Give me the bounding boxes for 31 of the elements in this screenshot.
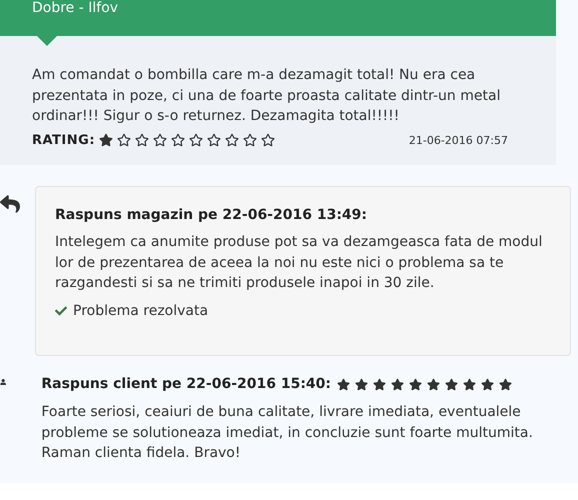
user-icon xyxy=(0,379,6,386)
empty-star-icon xyxy=(117,133,132,147)
rating-label: RATING: xyxy=(32,132,96,148)
filled-star-icon xyxy=(409,378,422,390)
shop-reply-title: Raspuns magazin pe 22-06-2016 13:49: xyxy=(55,207,368,223)
filled-star-icon xyxy=(445,378,458,390)
empty-star-icon xyxy=(153,133,168,147)
shop-reply-text: Intelegem ca anumite produse pot sa va dezamgeasca fata de modul lor de prezentarea de aceea la noi nu este nici o problema sa te razgandesti si sa ne trimiti produsele inapoi in 30 zile. xyxy=(55,233,544,293)
review-author: Dobre - Ilfov xyxy=(32,0,118,16)
review-text: Am comandat o bombilla care m-a dezamagit total! Nu era cea prezentata in poze, ci una de foarte proasta calitate dintr-un metal ordinar!!! Sigur o s-o returnez. Dezamagita total!!!!! xyxy=(32,66,502,126)
filled-star-icon xyxy=(373,378,386,390)
filled-star-icon xyxy=(391,378,404,390)
filled-star-icon xyxy=(99,133,114,147)
empty-star-icon xyxy=(135,133,150,147)
empty-star-icon xyxy=(243,133,258,147)
client-reply-text: Foarte seriosi, ceaiuri de buna calitate, livrare imediata, eventualele probleme se solutioneaza imediat, in concluzie sunt foarte multumita. Raman clienta fidela. Bravo! xyxy=(41,403,534,463)
empty-star-icon xyxy=(261,133,276,147)
resolved-label: Problema rezolvata xyxy=(73,302,208,318)
empty-star-icon xyxy=(189,133,204,147)
review-date: 21-06-2016 07:57 xyxy=(408,134,508,146)
empty-star-icon xyxy=(171,133,186,147)
reply-icon xyxy=(0,194,20,214)
filled-star-icon xyxy=(463,378,476,390)
empty-star-icon xyxy=(207,133,222,147)
empty-star-icon xyxy=(225,133,240,147)
filled-star-icon xyxy=(337,378,350,390)
filled-star-icon xyxy=(355,378,368,390)
filled-star-icon xyxy=(499,378,512,390)
filled-star-icon xyxy=(481,378,494,390)
client-reply-title: Raspuns client pe 22-06-2016 15:40: xyxy=(41,376,331,392)
filled-star-icon xyxy=(427,378,440,390)
